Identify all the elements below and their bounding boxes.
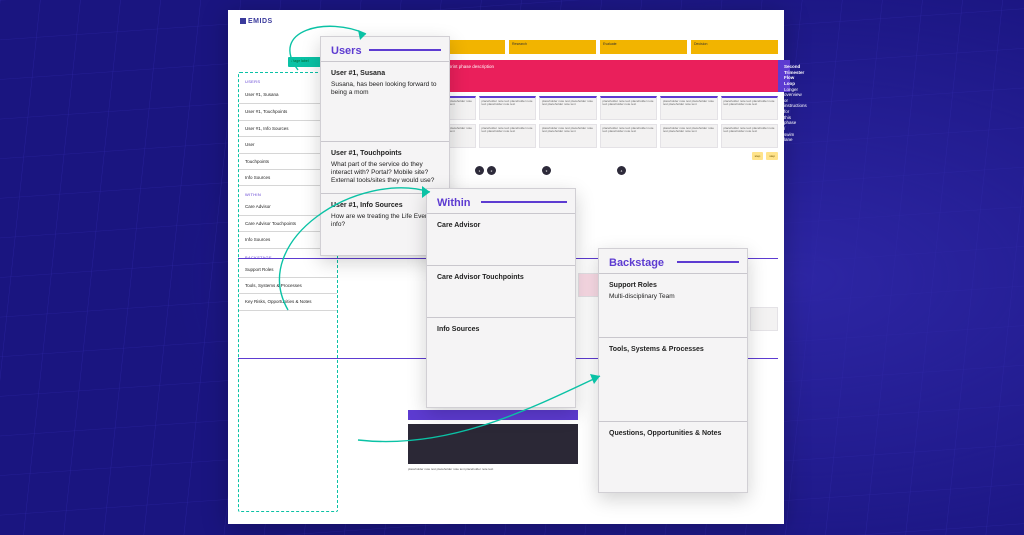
swimlane-row: Key Risks, Opportunities & Notes (239, 294, 337, 310)
backstage-row-title: Support Roles (609, 282, 737, 291)
detail-cell: placeholder note text placeholder note t… (479, 96, 537, 120)
footer-box (408, 424, 578, 464)
backstage-card-row: Questions, Opportunities & Notes (599, 421, 747, 449)
detail-cell: placeholder note text placeholder note t… (721, 96, 779, 120)
users-card-sec-title: User #1, Info Sources (331, 202, 439, 211)
within-card-row: Care Advisor Touchpoints (427, 265, 575, 293)
step-chips: step step step step (418, 152, 778, 160)
users-card-sec-title: User #1, Susana (331, 70, 439, 79)
detail-cell: placeholder note text placeholder note t… (721, 124, 779, 148)
detail-cell: placeholder note text placeholder note t… (600, 124, 658, 148)
within-card-row: Info Sources (427, 317, 575, 345)
within-card[interactable]: Within Care Advisor Care Advisor Touchpo… (426, 188, 576, 408)
step-dot: 4 (617, 166, 626, 175)
step-dots: 1 2 3 4 (418, 166, 778, 175)
step-dot: 3 (542, 166, 551, 175)
within-card-row: Care Advisor (427, 213, 575, 241)
users-card-sec-body: Susana, has been looking forward to bein… (331, 81, 437, 96)
backstage-card-row: Tools, Systems & Processes (599, 337, 747, 365)
step-chip: step (766, 152, 778, 160)
users-card-sec-body: What part of the service do they interac… (331, 161, 434, 184)
step-dot: 2 (487, 166, 496, 175)
users-card-section: User #1, Touchpoints What part of the se… (321, 141, 449, 193)
tile (750, 307, 779, 331)
users-card-title: Users (321, 37, 449, 61)
secondary-stage-bar: Second Trimester Flow Loop Longer overvi… (778, 60, 790, 92)
step-chip: step (752, 152, 764, 160)
users-card-section: User #1, Susana Susana, has been looking… (321, 61, 449, 105)
users-card-sec-title: User #1, Touchpoints (331, 150, 439, 159)
detail-cell: placeholder note text placeholder note t… (660, 96, 718, 120)
brand-logo-text: EMIDS (248, 18, 273, 25)
phase-cell: Decision (691, 40, 778, 54)
detail-cell: placeholder note text placeholder note t… (600, 96, 658, 120)
secondary-stage-title: Second Trimester Flow Loop (784, 64, 804, 86)
within-card-title: Within (427, 189, 575, 213)
footer-block: placeholder note text placeholder note t… (408, 410, 578, 472)
backstage-card-row: Support Roles Multi-disciplinary Team (599, 273, 747, 309)
swimlane-row: Tools, Systems & Processes (239, 278, 337, 294)
backstage-card[interactable]: Backstage Support Roles Multi-disciplina… (598, 248, 748, 493)
detail-cell: placeholder note text placeholder note t… (539, 124, 597, 148)
step-dot: 1 (475, 166, 484, 175)
primary-stage-bar: Service blueprint phase description (418, 60, 778, 92)
swimlane-row: Support Roles (239, 262, 337, 278)
footer-notes: placeholder note text placeholder note t… (408, 468, 528, 472)
detail-cell: placeholder note text placeholder note t… (660, 124, 718, 148)
detail-cell: placeholder note text placeholder note t… (479, 124, 537, 148)
secondary-stage-sub: Longer overview or instructions for this… (784, 87, 807, 143)
backstage-row-body: Multi-disciplinary Team (609, 293, 675, 300)
users-card-sec-body: How are we treating the Life Events info… (331, 213, 434, 228)
brand-logo: EMIDS (240, 18, 273, 25)
backstage-card-title: Backstage (599, 249, 747, 273)
phase-cell: Research (509, 40, 596, 54)
phase-row: Awareness Research Evaluate Decision (418, 40, 778, 54)
footer-bar (408, 410, 578, 420)
detail-cell: placeholder note text placeholder note t… (539, 96, 597, 120)
phase-cell: Evaluate (600, 40, 687, 54)
blueprint-canvas: EMIDS Awareness Research Evaluate Decisi… (228, 10, 784, 524)
